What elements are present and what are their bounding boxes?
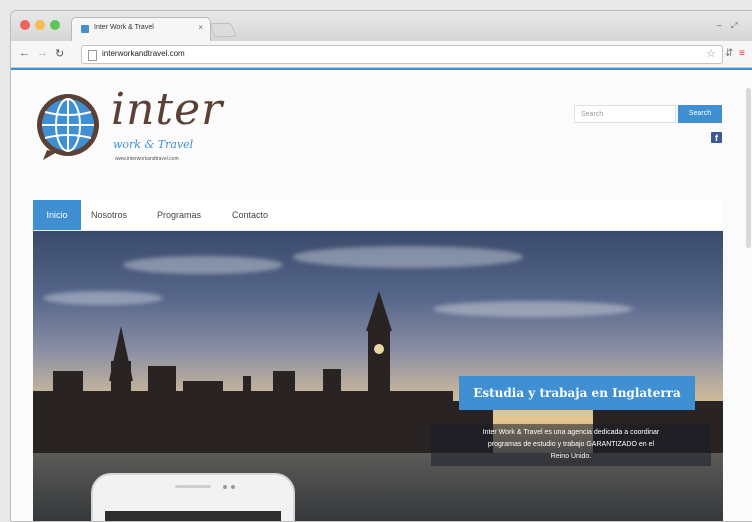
phone-camera xyxy=(223,485,227,489)
extension-icon[interactable]: ⇵ xyxy=(725,48,733,59)
hero-description: Inter Work & Travel es una agencia dedic… xyxy=(431,424,711,466)
menu-icon[interactable]: ≡ xyxy=(739,48,745,59)
address-bar[interactable]: interworkandtravel.com ☆ xyxy=(81,45,723,64)
window-restore-icon[interactable]: ⤢ xyxy=(731,21,737,31)
top-accent-line xyxy=(11,68,752,70)
browser-window: Inter Work & Travel × – ⤢ ← → ↻ interwor… xyxy=(10,10,752,522)
browser-tab[interactable]: Inter Work & Travel × xyxy=(71,17,211,42)
hero-description-line: programas de estudio y trabajo GARANTIZA… xyxy=(487,441,655,448)
site-favicon-icon xyxy=(81,25,89,33)
bookmark-star-icon[interactable]: ☆ xyxy=(706,47,716,60)
phone-speaker xyxy=(175,485,211,488)
tab-close-icon[interactable]: × xyxy=(198,23,203,32)
main-nav: Inicio Nosotros Programas Contacto xyxy=(33,200,723,231)
nav-item-contacto[interactable]: Contacto xyxy=(232,200,268,230)
address-url[interactable]: interworkandtravel.com xyxy=(102,49,185,58)
nav-item-inicio[interactable]: Inicio xyxy=(33,200,81,230)
reload-icon[interactable]: ↻ xyxy=(55,47,64,60)
hero-title: Estudia y trabaja en Inglaterra xyxy=(459,376,695,410)
hero-description-line: Inter Work & Travel es una agencia dedic… xyxy=(482,429,660,436)
hero-description-line: Reino Unido. xyxy=(550,453,592,460)
facebook-icon[interactable]: f xyxy=(711,132,722,143)
minimize-window-button[interactable] xyxy=(35,20,45,30)
search-input[interactable]: Search xyxy=(574,105,676,123)
close-window-button[interactable] xyxy=(20,20,30,30)
logo-tagline: work & Travel xyxy=(113,138,194,151)
logo-url-text: www.interworkandtravel.com xyxy=(115,156,179,162)
smartphone-image xyxy=(91,473,295,521)
tab-title: Inter Work & Travel xyxy=(94,24,154,31)
search-button[interactable]: Search xyxy=(678,105,722,123)
back-arrow-icon[interactable]: ← xyxy=(19,47,30,59)
zoom-window-button[interactable] xyxy=(50,20,60,30)
nav-item-programas[interactable]: Programas xyxy=(157,200,201,230)
globe-logo-icon xyxy=(37,94,99,160)
nav-item-nosotros[interactable]: Nosotros xyxy=(91,200,127,230)
forward-arrow-icon[interactable]: → xyxy=(37,47,48,59)
new-tab-button[interactable] xyxy=(209,23,237,37)
page-icon xyxy=(88,50,97,61)
page-viewport: inter work & Travel www.interworkandtrav… xyxy=(11,68,752,521)
browser-titlebar: Inter Work & Travel × – ⤢ xyxy=(11,11,752,42)
browser-toolbar: ← → ↻ interworkandtravel.com ☆ ⇵ ≡ xyxy=(11,41,752,68)
page-scrollbar[interactable] xyxy=(746,88,751,248)
phone-sensor xyxy=(231,485,235,489)
window-minimize-icon[interactable]: – xyxy=(717,21,721,30)
logo-wordmark: inter xyxy=(111,84,224,135)
